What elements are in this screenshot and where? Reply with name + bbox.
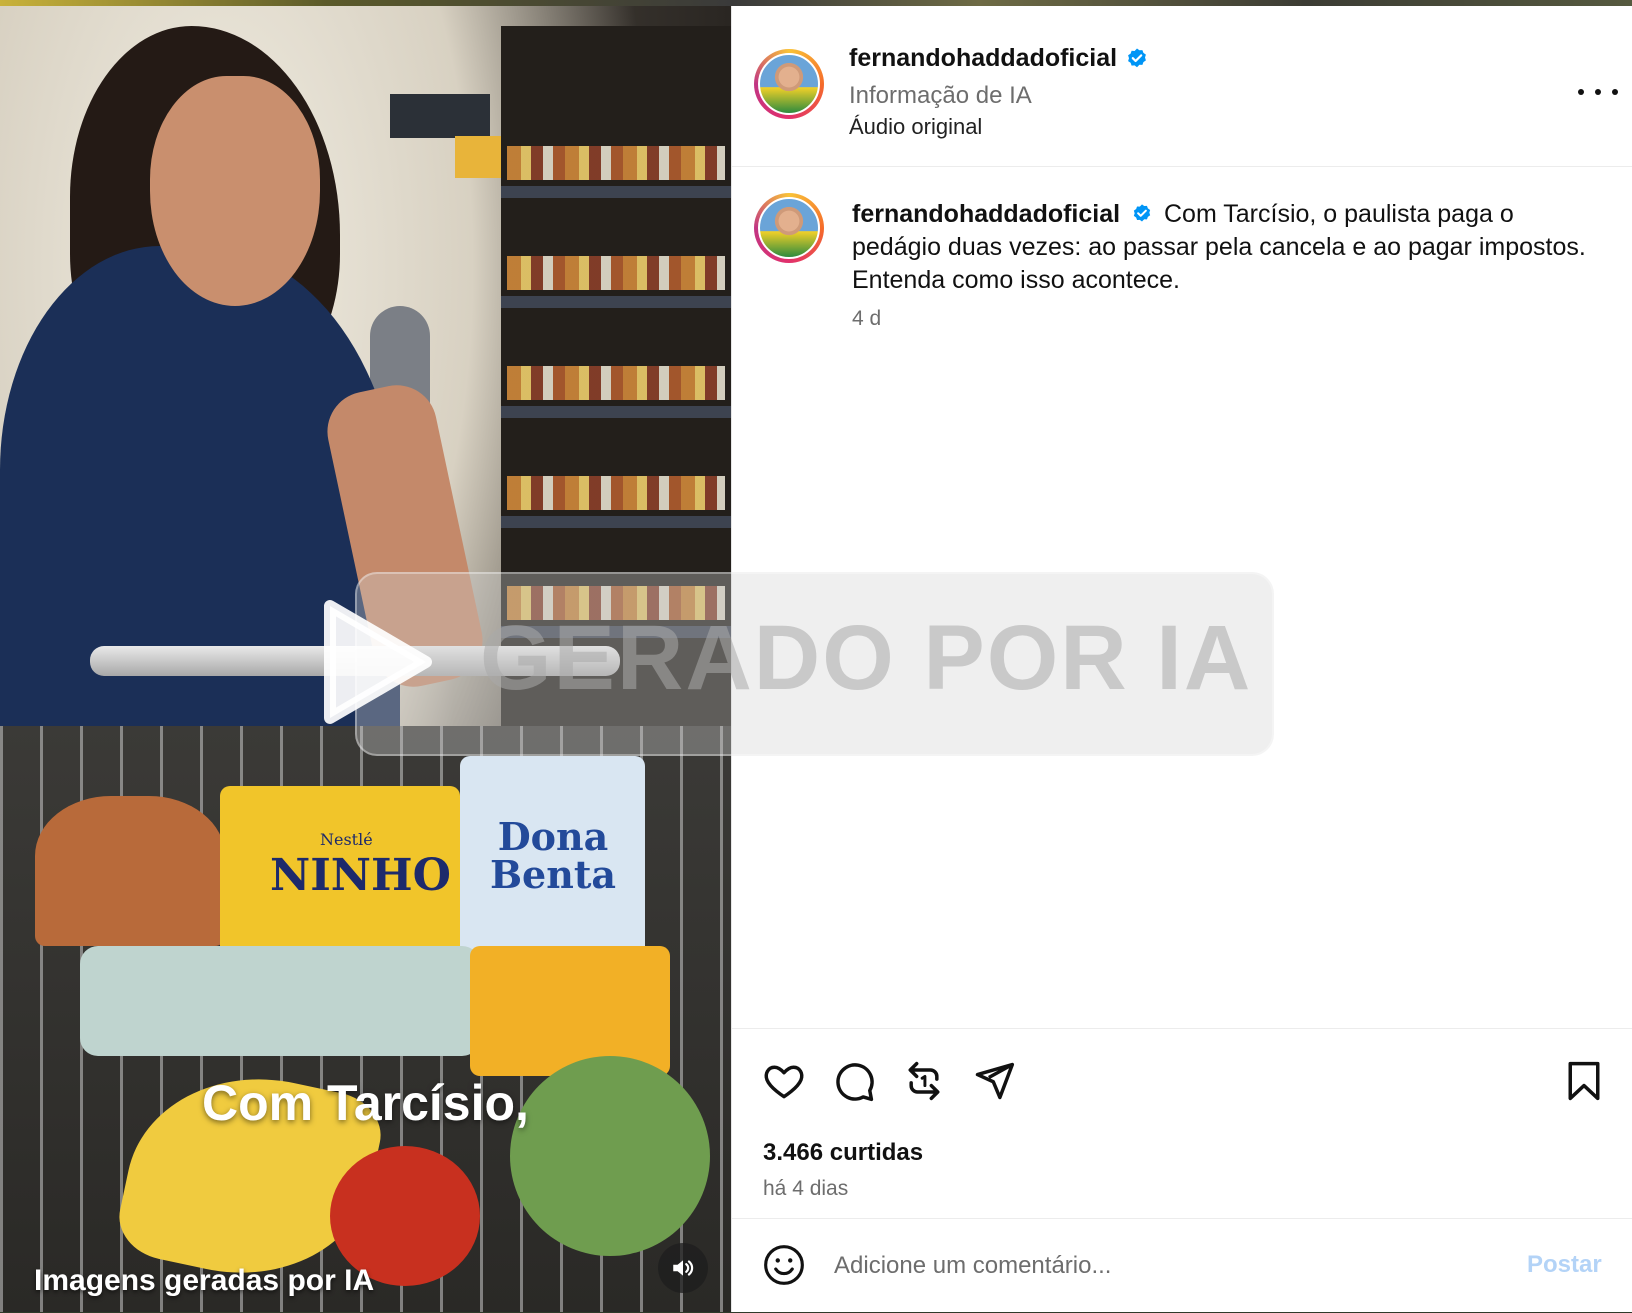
video-caption-overlay: Com Tarcísio, [202, 1075, 529, 1131]
author-avatar[interactable] [754, 49, 824, 119]
emoji-button[interactable] [762, 1243, 806, 1287]
likes-count[interactable]: 3.466 curtidas [763, 1139, 923, 1167]
volume-button[interactable] [658, 1243, 708, 1293]
ai-generated-note: Imagens geradas por IA [34, 1264, 375, 1297]
comment-composer: Postar [732, 1218, 1632, 1313]
repost-icon [908, 1061, 940, 1101]
play-icon [324, 600, 432, 724]
comment-input[interactable] [832, 1243, 1476, 1289]
post-dialog: Nestlé NINHO Dona Benta Com Tarcísio, Im… [0, 6, 1632, 1312]
comment-button[interactable] [832, 1059, 876, 1103]
package-label-dona-benta: Dona Benta [489, 814, 617, 897]
volume-icon [673, 1260, 694, 1276]
more-options-icon [1578, 89, 1584, 95]
author-username-row: fernandohaddadoficial [849, 44, 1149, 73]
post-header: fernandohaddadoficial Informação de IA Á… [732, 6, 1632, 167]
caption-timestamp[interactable]: 4 d [852, 307, 881, 331]
ai-watermark-text: GERADO POR IA [480, 607, 1253, 709]
comment-bubble-icon [836, 1063, 874, 1102]
verified-badge-icon [1128, 48, 1146, 67]
caption-avatar[interactable] [754, 193, 824, 263]
like-button[interactable] [762, 1059, 806, 1103]
caption-body: fernandohaddadoficial Com Tarcísio, o pa… [852, 198, 1592, 297]
ai-info-link[interactable]: Informação de IA [849, 82, 1032, 110]
caption-username[interactable]: fernandohaddadoficial [852, 200, 1120, 228]
package-label-nestle: Nestlé [320, 830, 373, 849]
save-button[interactable] [1562, 1059, 1606, 1103]
play-button[interactable] [300, 592, 440, 732]
bread-package [35, 796, 225, 946]
audio-link[interactable]: Áudio original [849, 114, 982, 140]
post-comment-button[interactable]: Postar [1527, 1247, 1602, 1283]
package-label-ninho: NINHO [270, 850, 451, 901]
more-options-button[interactable] [1578, 80, 1618, 104]
heart-icon [764, 1065, 804, 1099]
verified-badge-icon [1133, 204, 1151, 222]
posted-date[interactable]: há 4 dias [763, 1177, 848, 1201]
author-username[interactable]: fernandohaddadoficial [849, 44, 1117, 73]
paper-plane-icon [975, 1062, 1015, 1100]
emoji-icon [764, 1245, 804, 1285]
bookmark-icon [1568, 1061, 1600, 1101]
repost-button[interactable] [902, 1059, 946, 1103]
egg-carton [80, 946, 480, 1056]
post-actions: 3.466 curtidas há 4 dias [732, 1028, 1632, 1219]
share-button[interactable] [972, 1059, 1016, 1103]
